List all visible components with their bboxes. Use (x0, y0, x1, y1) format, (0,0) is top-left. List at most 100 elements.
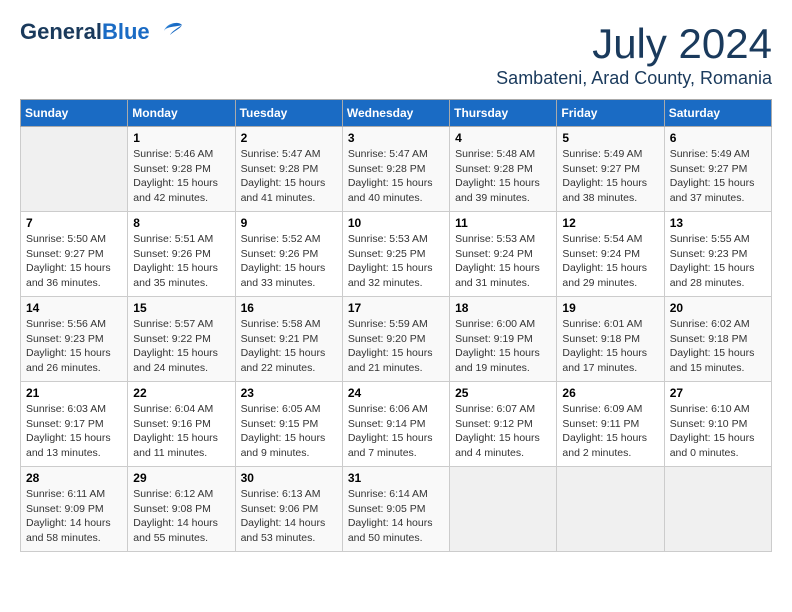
day-info: Sunrise: 6:10 AM Sunset: 9:10 PM Dayligh… (670, 402, 766, 461)
calendar-day-cell: 30Sunrise: 6:13 AM Sunset: 9:06 PM Dayli… (235, 467, 342, 552)
calendar-day-cell: 11Sunrise: 5:53 AM Sunset: 9:24 PM Dayli… (450, 212, 557, 297)
location-subtitle: Sambateni, Arad County, Romania (496, 68, 772, 89)
day-number: 27 (670, 386, 766, 400)
day-number: 8 (133, 216, 229, 230)
calendar-day-cell: 4 Sunrise: 5:48 AM Sunset: 9:28 PM Daylig… (450, 127, 557, 212)
day-info: Sunrise: 6:03 AM Sunset: 9:17 PM Dayligh… (26, 402, 122, 461)
day-info: Sunrise: 5:47 AM Sunset: 9:28 PM Dayligh… (241, 147, 337, 206)
day-info: Sunrise: 5:55 AM Sunset: 9:23 PM Dayligh… (670, 232, 766, 291)
day-info: Sunrise: 5:49 AM Sunset: 9:27 PM Dayligh… (670, 147, 766, 206)
calendar-day-cell: 23Sunrise: 6:05 AM Sunset: 9:15 PM Dayli… (235, 382, 342, 467)
day-info: Sunrise: 5:48 AM Sunset: 9:28 PM Dayligh… (455, 147, 551, 206)
calendar-day-header: Sunday (21, 100, 128, 127)
day-info: Sunrise: 6:07 AM Sunset: 9:12 PM Dayligh… (455, 402, 551, 461)
calendar-day-cell: 5Sunrise: 5:49 AM Sunset: 9:27 PM Daylig… (557, 127, 664, 212)
day-info: Sunrise: 6:00 AM Sunset: 9:19 PM Dayligh… (455, 317, 551, 376)
calendar-day-cell: 31 Sunrise: 6:14 AM Sunset: 9:05 PM Dayli… (342, 467, 449, 552)
day-number: 18 (455, 301, 551, 315)
calendar-day-cell: 24Sunrise: 6:06 AM Sunset: 9:14 PM Dayli… (342, 382, 449, 467)
day-info: Sunrise: 6:01 AM Sunset: 9:18 PM Dayligh… (562, 317, 658, 376)
title-section: July 2024 Sambateni, Arad County, Romani… (496, 20, 772, 89)
day-info: Sunrise: 6:14 AM Sunset: 9:05 PM Dayligh… (348, 487, 444, 546)
day-info: Sunrise: 6:06 AM Sunset: 9:14 PM Dayligh… (348, 402, 444, 461)
month-title: July 2024 (496, 20, 772, 68)
day-number: 13 (670, 216, 766, 230)
day-number: 10 (348, 216, 444, 230)
day-number: 4 (455, 131, 551, 145)
day-number: 12 (562, 216, 658, 230)
calendar-day-cell: 1 Sunrise: 5:46 AM Sunset: 9:28 PM Daylig… (128, 127, 235, 212)
logo-bird-icon (154, 21, 186, 43)
calendar-day-cell: 14 Sunrise: 5:56 AM Sunset: 9:23 PM Dayli… (21, 297, 128, 382)
calendar-day-cell: 15 Sunrise: 5:57 AM Sunset: 9:22 PM Dayli… (128, 297, 235, 382)
calendar-day-cell: 21 Sunrise: 6:03 AM Sunset: 9:17 PM Dayli… (21, 382, 128, 467)
day-number: 26 (562, 386, 658, 400)
calendar-week-row: 1 Sunrise: 5:46 AM Sunset: 9:28 PM Daylig… (21, 127, 772, 212)
calendar-day-header: Friday (557, 100, 664, 127)
day-number: 31 (348, 471, 444, 485)
day-info: Sunrise: 5:47 AM Sunset: 9:28 PM Dayligh… (348, 147, 444, 206)
day-number: 7 (26, 216, 122, 230)
day-number: 14 (26, 301, 122, 315)
calendar-day-cell: 13 Sunrise: 5:55 AM Sunset: 9:23 PM Dayli… (664, 212, 771, 297)
day-info: Sunrise: 5:49 AM Sunset: 9:27 PM Dayligh… (562, 147, 658, 206)
day-number: 2 (241, 131, 337, 145)
calendar-day-cell: 9 Sunrise: 5:52 AM Sunset: 9:26 PM Daylig… (235, 212, 342, 297)
calendar-week-row: 14 Sunrise: 5:56 AM Sunset: 9:23 PM Dayli… (21, 297, 772, 382)
day-info: Sunrise: 6:12 AM Sunset: 9:08 PM Dayligh… (133, 487, 229, 546)
day-number: 1 (133, 131, 229, 145)
calendar-week-row: 21 Sunrise: 6:03 AM Sunset: 9:17 PM Dayli… (21, 382, 772, 467)
day-number: 15 (133, 301, 229, 315)
day-info: Sunrise: 5:56 AM Sunset: 9:23 PM Dayligh… (26, 317, 122, 376)
calendar-week-row: 7 Sunrise: 5:50 AM Sunset: 9:27 PM Daylig… (21, 212, 772, 297)
day-info: Sunrise: 6:02 AM Sunset: 9:18 PM Dayligh… (670, 317, 766, 376)
day-info: Sunrise: 5:46 AM Sunset: 9:28 PM Dayligh… (133, 147, 229, 206)
calendar-day-cell: 26Sunrise: 6:09 AM Sunset: 9:11 PM Dayli… (557, 382, 664, 467)
calendar-day-cell: 20Sunrise: 6:02 AM Sunset: 9:18 PM Dayli… (664, 297, 771, 382)
day-number: 25 (455, 386, 551, 400)
calendar-day-cell (557, 467, 664, 552)
calendar-table: SundayMondayTuesdayWednesdayThursdayFrid… (20, 99, 772, 552)
day-number: 28 (26, 471, 122, 485)
calendar-day-cell: 2 Sunrise: 5:47 AM Sunset: 9:28 PM Daylig… (235, 127, 342, 212)
calendar-day-cell: 18 Sunrise: 6:00 AM Sunset: 9:19 PM Dayli… (450, 297, 557, 382)
calendar-day-header: Tuesday (235, 100, 342, 127)
calendar-day-header: Wednesday (342, 100, 449, 127)
day-number: 9 (241, 216, 337, 230)
day-info: Sunrise: 5:51 AM Sunset: 9:26 PM Dayligh… (133, 232, 229, 291)
calendar-day-cell: 28 Sunrise: 6:11 AM Sunset: 9:09 PM Dayli… (21, 467, 128, 552)
calendar-day-cell: 22Sunrise: 6:04 AM Sunset: 9:16 PM Dayli… (128, 382, 235, 467)
day-info: Sunrise: 5:57 AM Sunset: 9:22 PM Dayligh… (133, 317, 229, 376)
day-info: Sunrise: 6:13 AM Sunset: 9:06 PM Dayligh… (241, 487, 337, 546)
calendar-day-cell: 29 Sunrise: 6:12 AM Sunset: 9:08 PM Dayli… (128, 467, 235, 552)
day-info: Sunrise: 5:53 AM Sunset: 9:25 PM Dayligh… (348, 232, 444, 291)
calendar-day-cell: 17 Sunrise: 5:59 AM Sunset: 9:20 PM Dayli… (342, 297, 449, 382)
calendar-day-cell (450, 467, 557, 552)
day-info: Sunrise: 6:04 AM Sunset: 9:16 PM Dayligh… (133, 402, 229, 461)
day-number: 16 (241, 301, 337, 315)
day-info: Sunrise: 5:52 AM Sunset: 9:26 PM Dayligh… (241, 232, 337, 291)
calendar-day-cell: 16 Sunrise: 5:58 AM Sunset: 9:21 PM Dayli… (235, 297, 342, 382)
day-number: 6 (670, 131, 766, 145)
day-info: Sunrise: 6:05 AM Sunset: 9:15 PM Dayligh… (241, 402, 337, 461)
day-info: Sunrise: 5:50 AM Sunset: 9:27 PM Dayligh… (26, 232, 122, 291)
calendar-day-cell (664, 467, 771, 552)
day-info: Sunrise: 5:54 AM Sunset: 9:24 PM Dayligh… (562, 232, 658, 291)
calendar-day-cell: 27 Sunrise: 6:10 AM Sunset: 9:10 PM Dayli… (664, 382, 771, 467)
day-number: 21 (26, 386, 122, 400)
calendar-day-cell: 12 Sunrise: 5:54 AM Sunset: 9:24 PM Dayli… (557, 212, 664, 297)
day-number: 17 (348, 301, 444, 315)
calendar-day-cell (21, 127, 128, 212)
calendar-day-cell: 25 Sunrise: 6:07 AM Sunset: 9:12 PM Dayli… (450, 382, 557, 467)
day-info: Sunrise: 5:59 AM Sunset: 9:20 PM Dayligh… (348, 317, 444, 376)
calendar-day-cell: 3 Sunrise: 5:47 AM Sunset: 9:28 PM Daylig… (342, 127, 449, 212)
calendar-day-header: Monday (128, 100, 235, 127)
day-info: Sunrise: 6:11 AM Sunset: 9:09 PM Dayligh… (26, 487, 122, 546)
logo: GeneralBlue (20, 20, 186, 44)
calendar-header-row: SundayMondayTuesdayWednesdayThursdayFrid… (21, 100, 772, 127)
logo-text: GeneralBlue (20, 20, 150, 44)
day-info: Sunrise: 5:58 AM Sunset: 9:21 PM Dayligh… (241, 317, 337, 376)
day-info: Sunrise: 5:53 AM Sunset: 9:24 PM Dayligh… (455, 232, 551, 291)
day-number: 29 (133, 471, 229, 485)
day-number: 3 (348, 131, 444, 145)
